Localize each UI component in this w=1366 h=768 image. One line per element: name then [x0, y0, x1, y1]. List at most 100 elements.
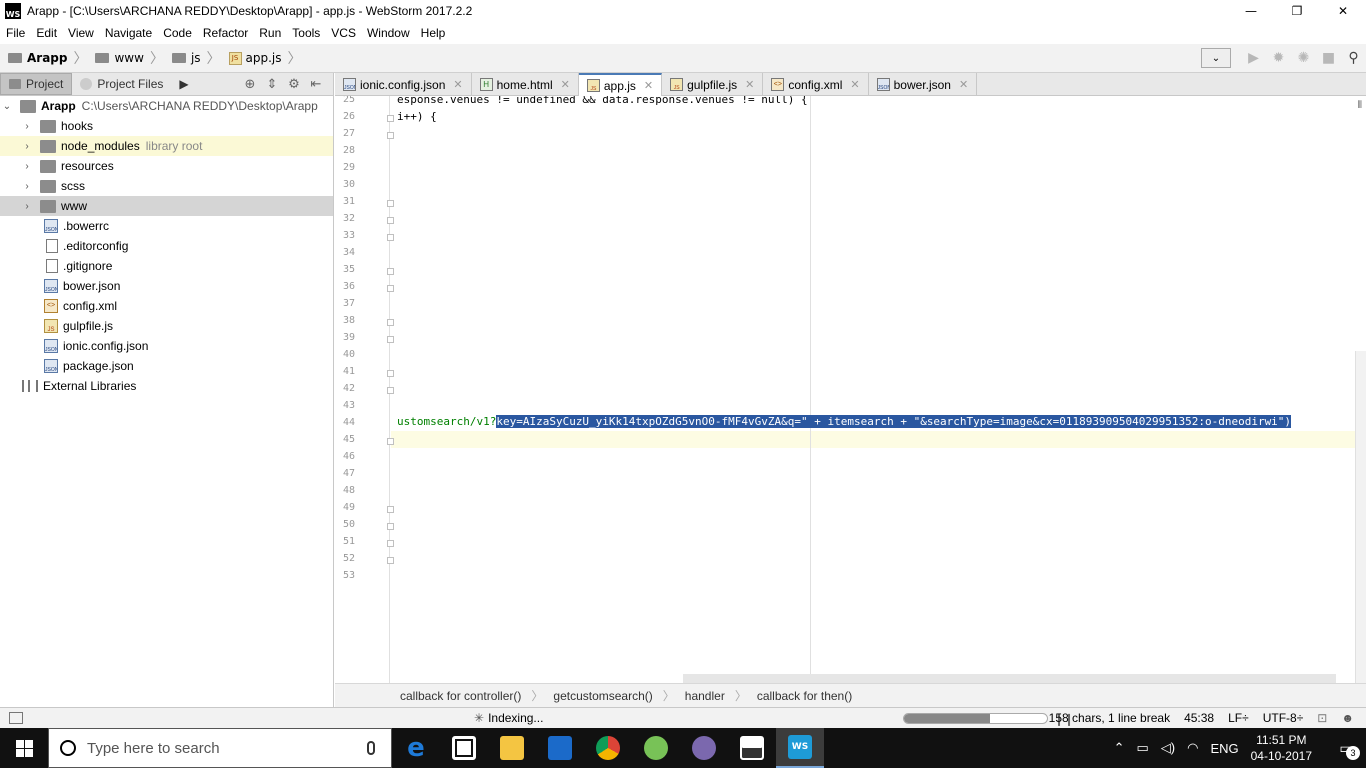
menu-vcs[interactable]: VCS [325, 26, 361, 40]
settings-gear-icon[interactable]: ⚙ [283, 75, 305, 93]
code-editor[interactable]: 25 26 27 28 29 30 31 32 33 34 35 36 37 38 39 40 41 42 43 44… [335, 96, 1366, 683]
fold-marker-icon[interactable] [387, 438, 394, 445]
taskbar-chrome[interactable] [584, 728, 632, 768]
language-indicator[interactable]: ENG [1210, 741, 1238, 756]
fold-marker-icon[interactable] [387, 285, 394, 292]
clock[interactable]: 11:51 PM 04-10-2017 [1251, 732, 1312, 764]
fold-marker-icon[interactable] [387, 319, 394, 326]
fold-marker-icon[interactable] [387, 200, 394, 207]
run-config-dropdown[interactable]: ⌄ [1201, 48, 1231, 68]
fold-marker-icon[interactable] [387, 217, 394, 224]
wifi-icon[interactable]: ◠ [1187, 740, 1198, 756]
tree-item-scss[interactable]: › scss [0, 176, 333, 196]
fold-marker-icon[interactable] [387, 387, 394, 394]
taskbar-photos[interactable] [728, 728, 776, 768]
tree-item-www[interactable]: › www [0, 196, 333, 216]
breadcrumb-callback-controller[interactable]: callback for controller() 〉 [400, 687, 553, 704]
minimize-button[interactable]: — [1228, 0, 1274, 22]
debug-icon[interactable]: ✹ [1266, 48, 1291, 68]
menu-run[interactable]: Run [253, 26, 286, 40]
breadcrumb-getcustomsearch[interactable]: getcustomsearch() 〉 [553, 687, 684, 704]
taskbar-github[interactable] [680, 728, 728, 768]
fold-marker-icon[interactable] [387, 540, 394, 547]
close-tab-icon[interactable]: ✕ [959, 78, 968, 91]
collapsed-chevron-icon[interactable]: › [20, 141, 34, 152]
battery-icon[interactable]: ▭ [1136, 740, 1148, 756]
microphone-icon[interactable] [367, 741, 375, 755]
nav-crumb-file[interactable]: JS app.js 〉 [221, 48, 302, 68]
menu-edit[interactable]: Edit [30, 26, 62, 40]
fold-marker-icon[interactable] [387, 557, 394, 564]
encoding-selector[interactable]: UTF-8÷ [1263, 711, 1304, 725]
menu-help[interactable]: Help [415, 26, 451, 40]
collapsed-chevron-icon[interactable]: › [20, 161, 34, 172]
tree-item-bower-json[interactable]: JSON bower.json [0, 276, 333, 296]
run-icon[interactable]: ▶ [1241, 48, 1266, 68]
tree-item-package-json[interactable]: JSON package.json [0, 356, 333, 376]
tree-item-config-xml[interactable]: <> config.xml [0, 296, 333, 316]
taskbar-android-studio[interactable] [632, 728, 680, 768]
fold-marker-icon[interactable] [387, 234, 394, 241]
caret-position[interactable]: 45:38 [1184, 711, 1214, 725]
readonly-lock-icon[interactable]: ⊡ [1317, 711, 1327, 725]
expanded-chevron-icon[interactable]: ⌄ [0, 101, 14, 112]
collapsed-chevron-icon[interactable]: › [20, 121, 34, 132]
close-tab-icon[interactable]: ✕ [644, 79, 653, 92]
fold-marker-icon[interactable] [387, 370, 394, 377]
menu-tools[interactable]: Tools [286, 26, 325, 40]
tab-config-xml[interactable]: <> config.xml ✕ [763, 73, 869, 96]
menu-code[interactable]: Code [157, 26, 197, 40]
menu-navigate[interactable]: Navigate [99, 26, 157, 40]
close-tab-icon[interactable]: ✕ [561, 78, 570, 91]
menu-refactor[interactable]: Refactor [197, 26, 253, 40]
vertical-scrollbar[interactable] [1355, 351, 1366, 683]
code-line-44[interactable]: ustomsearch/v1?key=AIzaSyCuzU_yiKk14txpO… [397, 415, 1292, 428]
horizontal-scrollbar[interactable] [683, 674, 1336, 683]
maximize-button[interactable]: ❐ [1274, 0, 1320, 22]
tab-project-files[interactable]: Project Files [72, 73, 171, 95]
line-separator-selector[interactable]: LF÷ [1228, 711, 1249, 725]
indexing-progress-bar[interactable] [903, 713, 1048, 724]
tree-item-node-modules[interactable]: › node_modules library root [0, 136, 333, 156]
coverage-icon[interactable]: ✺ [1291, 48, 1316, 68]
tree-item-bowerrc[interactable]: JSON .bowerrc [0, 216, 333, 236]
volume-icon[interactable]: ◁) [1161, 740, 1175, 756]
tree-item-hooks[interactable]: › hooks [0, 116, 333, 136]
tab-ionic-config[interactable]: JSON ionic.config.json ✕ [335, 73, 472, 96]
start-button[interactable] [0, 728, 48, 768]
menu-window[interactable]: Window [361, 26, 415, 40]
taskbar-outlook[interactable] [536, 728, 584, 768]
hide-panel-icon[interactable]: ⇤ [305, 75, 327, 93]
tab-app-js[interactable]: JS app.js ✕ [578, 73, 663, 96]
taskbar-store[interactable] [440, 728, 488, 768]
fold-marker-icon[interactable] [387, 132, 394, 139]
nav-crumb-www[interactable]: www 〉 [87, 48, 164, 68]
code-line-26[interactable]: i++) { [397, 110, 437, 123]
code-line-25[interactable]: esponse.venues != undefined && data.resp… [397, 96, 808, 106]
breadcrumb-handler[interactable]: handler 〉 [685, 687, 757, 704]
menu-file[interactable]: File [0, 26, 30, 40]
nav-crumb-project[interactable]: Arapp 〉 [0, 48, 87, 68]
close-tab-icon[interactable]: ✕ [745, 78, 754, 91]
collapsed-chevron-icon[interactable]: › [20, 181, 34, 192]
tab-more-arrow[interactable]: ▶ [171, 73, 196, 95]
taskbar-edge[interactable]: e [392, 728, 440, 768]
fold-marker-icon[interactable] [387, 506, 394, 513]
breadcrumb-callback-then[interactable]: callback for then() [757, 689, 852, 703]
action-center-button[interactable]: ▭ 3 [1326, 728, 1366, 768]
tab-bower-json[interactable]: JSON bower.json ✕ [869, 73, 978, 96]
taskbar-search-box[interactable]: Type here to search [48, 728, 392, 768]
tree-item-editorconfig[interactable]: .editorconfig [0, 236, 333, 256]
close-tab-icon[interactable]: ✕ [850, 78, 859, 91]
search-everywhere-icon[interactable]: ⚲ [1341, 48, 1366, 68]
show-hidden-icons-chevron-icon[interactable]: ⌃ [1114, 740, 1125, 756]
fold-marker-icon[interactable] [387, 268, 394, 275]
tool-windows-icon[interactable] [9, 712, 23, 724]
tree-root[interactable]: ⌄ Arapp C:\Users\ARCHANA REDDY\Desktop\A… [0, 96, 333, 116]
menu-view[interactable]: View [62, 26, 99, 40]
taskbar-webstorm[interactable]: WS [776, 728, 824, 768]
fold-marker-icon[interactable] [387, 523, 394, 530]
inspector-icon[interactable]: ☻ [1341, 711, 1354, 725]
tab-home-html[interactable]: H home.html ✕ [472, 73, 579, 96]
nav-crumb-js[interactable]: js 〉 [164, 48, 221, 68]
